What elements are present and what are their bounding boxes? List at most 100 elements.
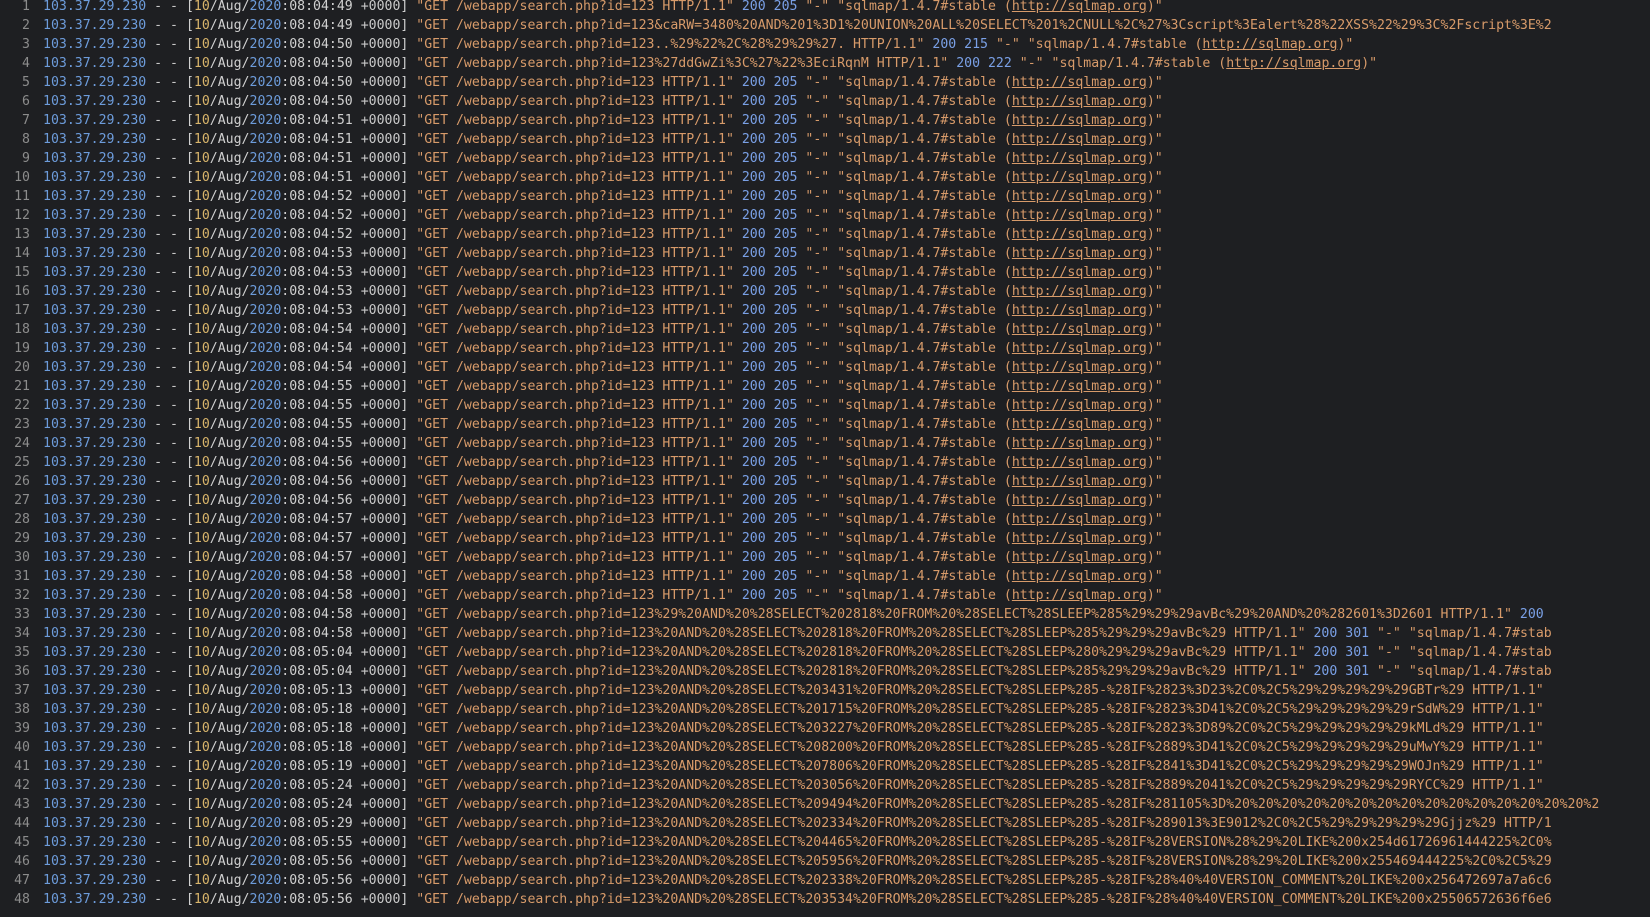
- user-agent-link[interactable]: http://sqlmap.org: [1012, 208, 1147, 223]
- user-agent-link[interactable]: http://sqlmap.org: [1012, 246, 1147, 261]
- log-line[interactable]: 45 103.37.29.230 - - [10/Aug/2020:08:05:5…: [0, 833, 1650, 852]
- user-agent-link[interactable]: http://sqlmap.org: [1012, 170, 1147, 185]
- user-agent-link[interactable]: http://sqlmap.org: [1012, 588, 1147, 603]
- log-line[interactable]: 47 103.37.29.230 - - [10/Aug/2020:08:05:5…: [0, 871, 1650, 890]
- log-line[interactable]: 30 103.37.29.230 - - [10/Aug/2020:08:04:5…: [0, 548, 1650, 567]
- user-agent-link[interactable]: http://sqlmap.org: [1012, 512, 1147, 527]
- user-agent-link[interactable]: http://sqlmap.org: [1012, 322, 1147, 337]
- user-agent-link[interactable]: http://sqlmap.org: [1012, 132, 1147, 147]
- timestamp-open-bracket: [: [185, 436, 194, 451]
- log-line[interactable]: 24 103.37.29.230 - - [10/Aug/2020:08:04:5…: [0, 434, 1650, 453]
- log-line[interactable]: 5 103.37.29.230 - - [10/Aug/2020:08:04:50…: [0, 73, 1650, 92]
- log-line[interactable]: 41 103.37.29.230 - - [10/Aug/2020:08:05:1…: [0, 757, 1650, 776]
- log-line[interactable]: 27 103.37.29.230 - - [10/Aug/2020:08:04:5…: [0, 491, 1650, 510]
- log-line[interactable]: 3 103.37.29.230 - - [10/Aug/2020:08:04:50…: [0, 35, 1650, 54]
- log-line[interactable]: 46 103.37.29.230 - - [10/Aug/2020:08:05:5…: [0, 852, 1650, 871]
- log-line[interactable]: 48 103.37.29.230 - - [10/Aug/2020:08:05:5…: [0, 890, 1650, 909]
- log-line[interactable]: 28 103.37.29.230 - - [10/Aug/2020:08:04:5…: [0, 510, 1650, 529]
- timestamp-zone: +0000: [360, 94, 401, 109]
- user-agent-link[interactable]: http://sqlmap.org: [1012, 417, 1147, 432]
- log-line[interactable]: 34 103.37.29.230 - - [10/Aug/2020:08:04:5…: [0, 624, 1650, 643]
- timestamp-open-bracket: [: [185, 18, 194, 33]
- user-agent-link[interactable]: http://sqlmap.org: [1012, 94, 1147, 109]
- user-agent-link[interactable]: http://sqlmap.org: [1012, 227, 1147, 242]
- log-line[interactable]: 8 103.37.29.230 - - [10/Aug/2020:08:04:51…: [0, 130, 1650, 149]
- user-agent-link[interactable]: http://sqlmap.org: [1012, 569, 1147, 584]
- log-line[interactable]: 43 103.37.29.230 - - [10/Aug/2020:08:05:2…: [0, 795, 1650, 814]
- client-ip: 103.37.29.230: [43, 436, 147, 451]
- log-line[interactable]: 38 103.37.29.230 - - [10/Aug/2020:08:05:1…: [0, 700, 1650, 719]
- user-agent-link[interactable]: http://sqlmap.org: [1012, 265, 1147, 280]
- user-agent-link[interactable]: http://sqlmap.org: [1012, 493, 1147, 508]
- log-line[interactable]: 2 103.37.29.230 - - [10/Aug/2020:08:04:49…: [0, 16, 1650, 35]
- log-line[interactable]: 4 103.37.29.230 - - [10/Aug/2020:08:04:50…: [0, 54, 1650, 73]
- log-line[interactable]: 6 103.37.29.230 - - [10/Aug/2020:08:04:50…: [0, 92, 1650, 111]
- log-line[interactable]: 39 103.37.29.230 - - [10/Aug/2020:08:05:1…: [0, 719, 1650, 738]
- user-agent-link[interactable]: http://sqlmap.org: [1012, 0, 1147, 14]
- user-agent-link[interactable]: http://sqlmap.org: [1202, 37, 1337, 52]
- log-line[interactable]: 15 103.37.29.230 - - [10/Aug/2020:08:04:5…: [0, 263, 1650, 282]
- user-agent-link[interactable]: http://sqlmap.org: [1226, 56, 1361, 71]
- log-line[interactable]: 9 103.37.29.230 - - [10/Aug/2020:08:04:51…: [0, 149, 1650, 168]
- log-line[interactable]: 16 103.37.29.230 - - [10/Aug/2020:08:04:5…: [0, 282, 1650, 301]
- timestamp-time: :08:04:56: [281, 474, 353, 489]
- log-line[interactable]: 32 103.37.29.230 - - [10/Aug/2020:08:04:5…: [0, 586, 1650, 605]
- user-agent-link[interactable]: http://sqlmap.org: [1012, 531, 1147, 546]
- user-agent-link[interactable]: http://sqlmap.org: [1012, 303, 1147, 318]
- ident-fields: - -: [154, 75, 178, 90]
- user-agent-link[interactable]: http://sqlmap.org: [1012, 341, 1147, 356]
- line-number: 10: [14, 170, 30, 185]
- log-line[interactable]: 35 103.37.29.230 - - [10/Aug/2020:08:05:0…: [0, 643, 1650, 662]
- user-agent-link[interactable]: http://sqlmap.org: [1012, 113, 1147, 128]
- timestamp-time: :08:05:56: [281, 892, 353, 907]
- log-line[interactable]: 44 103.37.29.230 - - [10/Aug/2020:08:05:2…: [0, 814, 1650, 833]
- timestamp-open-bracket: [: [185, 37, 194, 52]
- referrer: "-": [805, 75, 830, 90]
- user-agent-link[interactable]: http://sqlmap.org: [1012, 360, 1147, 375]
- log-line[interactable]: 20 103.37.29.230 - - [10/Aug/2020:08:04:5…: [0, 358, 1650, 377]
- user-agent-link[interactable]: http://sqlmap.org: [1012, 379, 1147, 394]
- log-line[interactable]: 13 103.37.29.230 - - [10/Aug/2020:08:04:5…: [0, 225, 1650, 244]
- log-line[interactable]: 29 103.37.29.230 - - [10/Aug/2020:08:04:5…: [0, 529, 1650, 548]
- log-editor[interactable]: 1 103.37.29.230 - - [10/Aug/2020:08:04:49…: [0, 0, 1650, 917]
- log-line[interactable]: 1 103.37.29.230 - - [10/Aug/2020:08:04:49…: [0, 0, 1650, 16]
- user-agent-link[interactable]: http://sqlmap.org: [1012, 436, 1147, 451]
- log-line[interactable]: 14 103.37.29.230 - - [10/Aug/2020:08:04:5…: [0, 244, 1650, 263]
- line-number: 3: [22, 37, 30, 52]
- log-line[interactable]: 18 103.37.29.230 - - [10/Aug/2020:08:04:5…: [0, 320, 1650, 339]
- log-line[interactable]: 33 103.37.29.230 - - [10/Aug/2020:08:04:5…: [0, 605, 1650, 624]
- referrer: "-": [805, 474, 830, 489]
- log-line[interactable]: 36 103.37.29.230 - - [10/Aug/2020:08:05:0…: [0, 662, 1650, 681]
- log-line[interactable]: 19 103.37.29.230 - - [10/Aug/2020:08:04:5…: [0, 339, 1650, 358]
- log-line[interactable]: 17 103.37.29.230 - - [10/Aug/2020:08:04:5…: [0, 301, 1650, 320]
- timestamp-day: 10: [193, 208, 210, 223]
- log-line[interactable]: 21 103.37.29.230 - - [10/Aug/2020:08:04:5…: [0, 377, 1650, 396]
- timestamp-open-bracket: [: [185, 759, 194, 774]
- user-agent-link[interactable]: http://sqlmap.org: [1012, 398, 1147, 413]
- line-number: 24: [14, 436, 30, 451]
- user-agent-link[interactable]: http://sqlmap.org: [1012, 455, 1147, 470]
- user-agent-link[interactable]: http://sqlmap.org: [1012, 75, 1147, 90]
- log-line[interactable]: 26 103.37.29.230 - - [10/Aug/2020:08:04:5…: [0, 472, 1650, 491]
- user-agent-link[interactable]: http://sqlmap.org: [1012, 151, 1147, 166]
- log-line[interactable]: 12 103.37.29.230 - - [10/Aug/2020:08:04:5…: [0, 206, 1650, 225]
- log-line[interactable]: 31 103.37.29.230 - - [10/Aug/2020:08:04:5…: [0, 567, 1650, 586]
- log-line[interactable]: 22 103.37.29.230 - - [10/Aug/2020:08:04:5…: [0, 396, 1650, 415]
- timestamp-zone: +0000: [360, 892, 401, 907]
- log-line[interactable]: 23 103.37.29.230 - - [10/Aug/2020:08:04:5…: [0, 415, 1650, 434]
- log-line[interactable]: 10 103.37.29.230 - - [10/Aug/2020:08:04:5…: [0, 168, 1650, 187]
- timestamp-month: /Aug/: [209, 0, 250, 14]
- user-agent-link[interactable]: http://sqlmap.org: [1012, 284, 1147, 299]
- log-line[interactable]: 42 103.37.29.230 - - [10/Aug/2020:08:05:2…: [0, 776, 1650, 795]
- line-number: 8: [22, 132, 30, 147]
- log-line[interactable]: 11 103.37.29.230 - - [10/Aug/2020:08:04:5…: [0, 187, 1650, 206]
- user-agent-link[interactable]: http://sqlmap.org: [1012, 189, 1147, 204]
- log-line[interactable]: 37 103.37.29.230 - - [10/Aug/2020:08:05:1…: [0, 681, 1650, 700]
- user-agent-link[interactable]: http://sqlmap.org: [1012, 550, 1147, 565]
- line-number: 40: [14, 740, 30, 755]
- log-line[interactable]: 40 103.37.29.230 - - [10/Aug/2020:08:05:1…: [0, 738, 1650, 757]
- log-line[interactable]: 25 103.37.29.230 - - [10/Aug/2020:08:04:5…: [0, 453, 1650, 472]
- timestamp-open-bracket: [: [185, 341, 194, 356]
- user-agent-link[interactable]: http://sqlmap.org: [1012, 474, 1147, 489]
- log-line[interactable]: 7 103.37.29.230 - - [10/Aug/2020:08:04:51…: [0, 111, 1650, 130]
